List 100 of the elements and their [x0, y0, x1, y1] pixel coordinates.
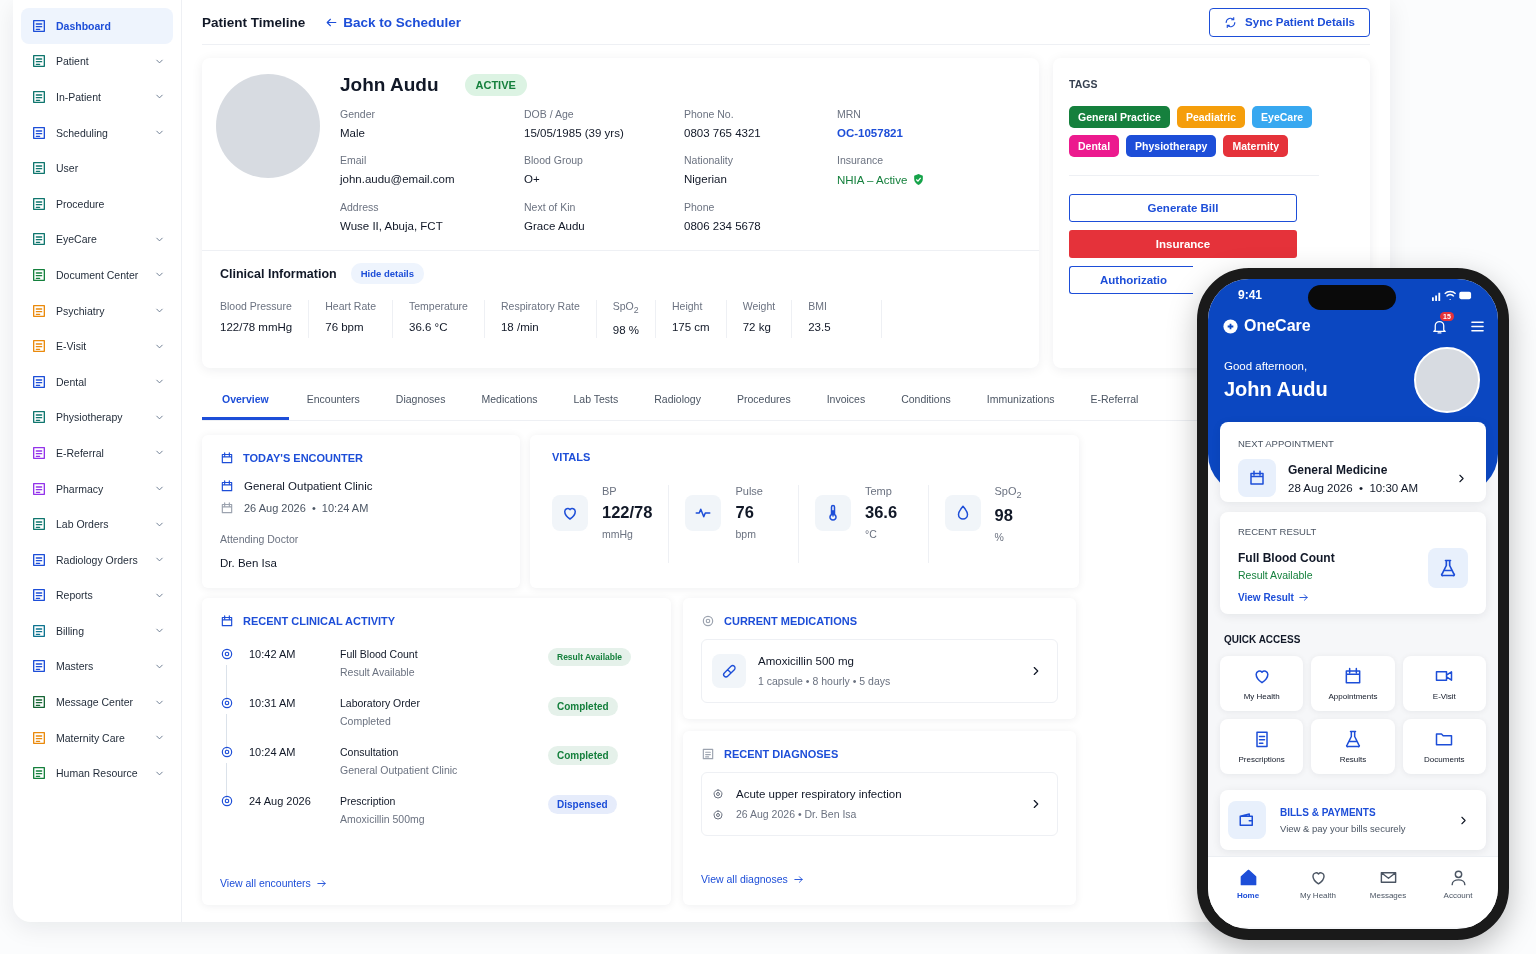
- medication-name: Amoxicillin 500 mg: [758, 655, 855, 667]
- sidebar-item[interactable]: User: [21, 150, 173, 186]
- list-icon: [31, 409, 47, 426]
- field-label: Blood Group: [524, 154, 584, 166]
- list-icon: [31, 551, 47, 568]
- view-all-encounters-link[interactable]: View all encounters: [220, 877, 653, 889]
- list-icon: [31, 444, 47, 461]
- sidebar-item[interactable]: Masters: [21, 648, 173, 685]
- field-label: Gender: [340, 108, 377, 120]
- action-button[interactable]: Insurance: [1069, 230, 1297, 258]
- diagnosis-item[interactable]: Acute upper respiratory infection 26 Aug 2026 • Dr. Ben Isa: [701, 772, 1058, 836]
- calendar-icon: [220, 614, 234, 628]
- tab[interactable]: Lab Tests: [555, 380, 637, 420]
- greeting-text: Good afternoon,: [1224, 359, 1309, 372]
- bottom-nav-item[interactable]: Home: [1214, 867, 1282, 927]
- status-tag: Completed: [548, 746, 618, 765]
- sidebar-item[interactable]: EyeCare: [21, 221, 173, 258]
- specialty-tag: Maternity: [1223, 135, 1289, 157]
- metric-value: 36.6 °C: [409, 321, 449, 333]
- mrn-link[interactable]: OC-1057821: [837, 127, 1025, 139]
- sidebar-item[interactable]: Scheduling: [21, 114, 173, 151]
- action-button[interactable]: Authorizatio: [1069, 266, 1193, 294]
- field-label: Attending Doctor: [220, 533, 300, 545]
- metric-value: 76 bpm: [325, 321, 365, 333]
- encounter-time: 26 Aug 2026 • 10:24 AM: [244, 502, 369, 514]
- vital-label: Temp: [865, 485, 893, 497]
- sidebar-item[interactable]: In-Patient: [21, 79, 173, 115]
- bills-card[interactable]: BILLS & PAYMENTS View & pay your bills securely: [1220, 790, 1486, 850]
- view-result-link[interactable]: View Result: [1238, 592, 1335, 603]
- clinic-name: General Outpatient Clinic: [244, 480, 373, 492]
- vital-value: 122/78: [602, 503, 653, 522]
- sidebar-item[interactable]: Radiology Orders: [21, 541, 173, 578]
- tab[interactable]: Invoices: [808, 380, 884, 420]
- sidebar-item[interactable]: Reports: [21, 577, 173, 614]
- bottom-nav-item[interactable]: Account: [1424, 867, 1492, 927]
- list-icon: [31, 124, 47, 141]
- sidebar-item[interactable]: Lab Orders: [21, 506, 173, 542]
- tab[interactable]: Overview: [202, 380, 289, 420]
- arrow-right-icon: [792, 873, 804, 885]
- section-title: Clinical Information: [220, 266, 337, 281]
- sidebar-item[interactable]: Maternity Care: [21, 719, 173, 756]
- field-label: Next of Kin: [524, 201, 577, 213]
- tab[interactable]: E-Referral: [1072, 380, 1157, 420]
- sidebar-item[interactable]: Procedure: [21, 185, 173, 222]
- sidebar-item[interactable]: Psychiatry: [21, 292, 173, 329]
- sidebar-item[interactable]: Pharmacy: [21, 470, 173, 507]
- calendar-icon: [220, 479, 234, 493]
- sidebar-item[interactable]: Document Center: [21, 257, 173, 293]
- view-all-diagnoses-link[interactable]: View all diagnoses: [701, 873, 1058, 885]
- tab[interactable]: Encounters: [288, 380, 378, 420]
- sidebar-item[interactable]: Dental: [21, 363, 173, 400]
- quick-access-tile[interactable]: Prescriptions: [1220, 719, 1304, 774]
- sidebar-item[interactable]: E-Visit: [21, 328, 173, 364]
- flask-icon: [1343, 729, 1363, 749]
- status-tag: Completed: [548, 697, 618, 716]
- sidebar-item[interactable]: Patient: [21, 43, 173, 80]
- quick-access-tile[interactable]: E-Visit: [1402, 656, 1486, 711]
- app-name: OneCare: [1244, 317, 1312, 335]
- sidebar-item[interactable]: Human Resource: [21, 755, 173, 792]
- tab[interactable]: Procedures: [718, 380, 809, 420]
- section-title: CURRENT MEDICATIONS: [724, 615, 857, 627]
- sidebar-item[interactable]: E-Referral: [21, 435, 173, 471]
- quick-access-tile[interactable]: Results: [1311, 719, 1395, 774]
- activity-time: 10:31 AM: [249, 697, 297, 709]
- vital-unit: °C: [865, 528, 878, 540]
- activity-time: 10:24 AM: [249, 746, 297, 758]
- bottom-nav-item[interactable]: Messages: [1354, 867, 1422, 927]
- tab[interactable]: Diagnoses: [377, 380, 464, 420]
- action-button[interactable]: Generate Bill: [1069, 194, 1297, 222]
- sync-button[interactable]: Sync Patient Details: [1209, 7, 1370, 37]
- list-icon: [31, 658, 47, 675]
- logo-icon: [1222, 317, 1239, 335]
- metric-label: Respiratory Rate: [500, 300, 580, 312]
- quick-access-tile[interactable]: Documents: [1402, 719, 1486, 774]
- quick-access-tile[interactable]: My Health: [1220, 656, 1304, 711]
- hide-details-button[interactable]: Hide details: [350, 263, 424, 284]
- bottom-nav-item[interactable]: My Health: [1284, 867, 1352, 927]
- sidebar-item[interactable]: Physiotherapy: [21, 399, 173, 436]
- appointment-card[interactable]: NEXT APPOINTMENT General Medicine 28 Aug 2026 • 10:30 AM: [1220, 422, 1486, 502]
- sidebar-item[interactable]: Message Center: [21, 684, 173, 720]
- tab[interactable]: Radiology: [636, 380, 719, 420]
- section-title: VITALS: [552, 451, 591, 463]
- sidebar-item[interactable]: Billing: [21, 613, 173, 649]
- card-title: BILLS & PAYMENTS: [1280, 806, 1377, 818]
- tab[interactable]: Immunizations: [968, 380, 1073, 420]
- vital-unit: mmHg: [602, 528, 634, 540]
- patient-name: John Audu: [340, 74, 439, 96]
- appointment-time: 28 Aug 2026 • 10:30 AM: [1288, 481, 1419, 494]
- vital-label: SpO$_{2}$: [994, 485, 1022, 501]
- tab[interactable]: Conditions: [883, 380, 969, 420]
- medication-item[interactable]: Amoxicillin 500 mg 1 capsule • 8 hourly • 5 days: [701, 639, 1058, 703]
- field-value: O+: [524, 173, 541, 185]
- tab[interactable]: Medications: [463, 380, 556, 420]
- field-label: Insurance: [837, 154, 885, 166]
- sidebar-item[interactable]: Dashboard: [21, 8, 173, 44]
- vital-value: 76: [735, 503, 755, 522]
- quick-access-tile[interactable]: Appointments: [1311, 656, 1395, 711]
- metric-label: Blood Pressure: [220, 300, 293, 312]
- list-icon: [31, 694, 47, 711]
- back-link[interactable]: Back to Scheduler: [325, 14, 462, 30]
